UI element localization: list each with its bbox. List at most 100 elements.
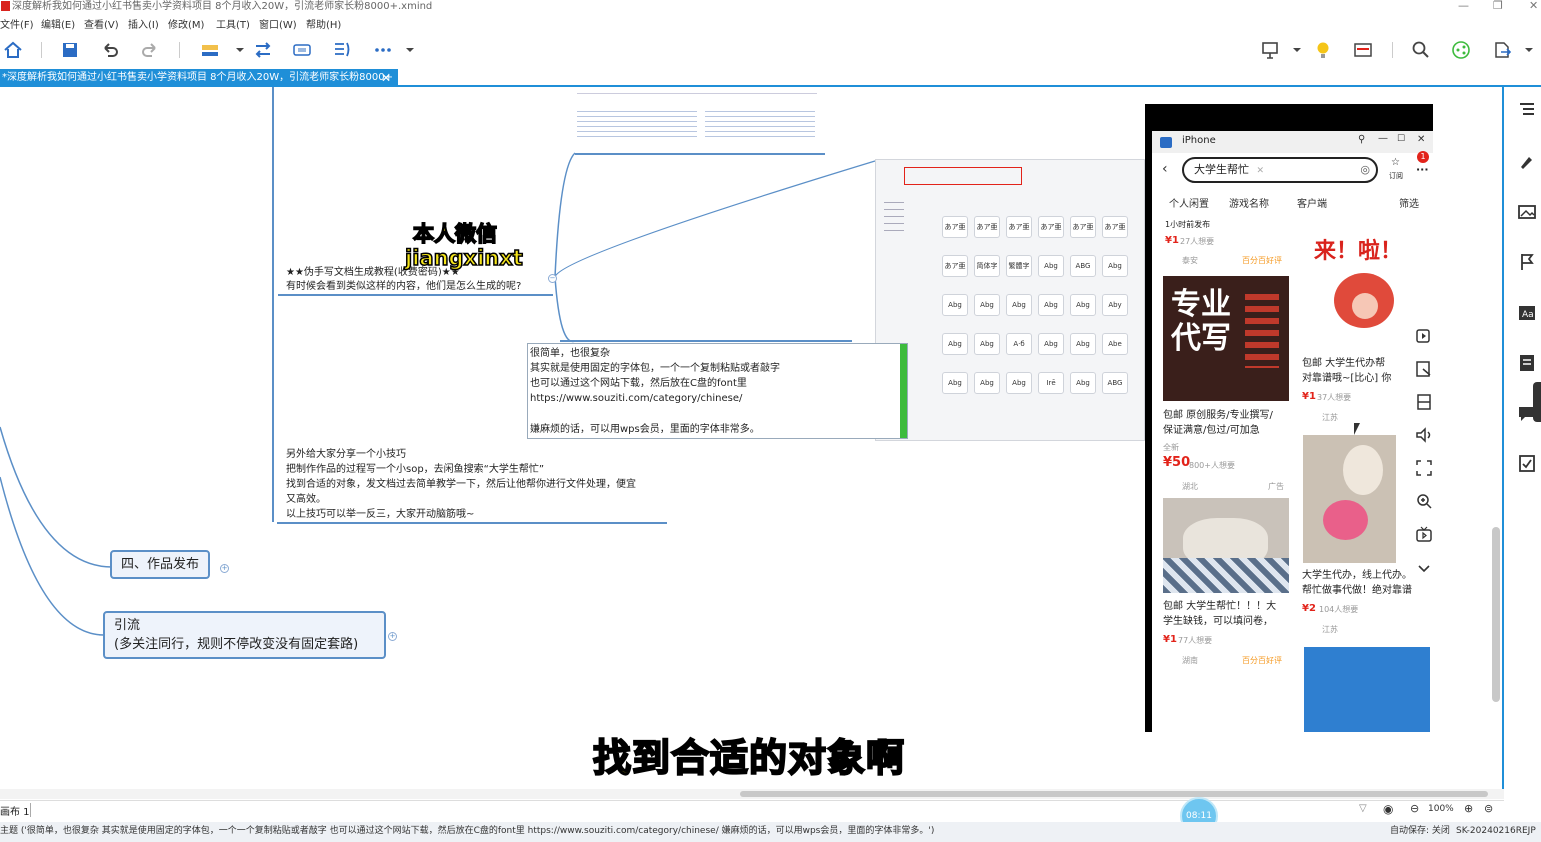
fullscreen-icon[interactable] [1415,459,1433,477]
horizontal-scroll-thumb[interactable] [740,791,1488,797]
panel-collapse-handle[interactable] [1533,382,1541,422]
minimize-icon[interactable]: — [1378,133,1388,144]
search-icon[interactable] [1410,39,1432,61]
item-title[interactable]: 大学生代办，线上代办。 [1302,568,1412,583]
volume-icon[interactable] [1415,426,1433,444]
mindmap-canvas[interactable]: あア亜 あア亜 あア亜 あア亜 あア亜 あア亜 あア亜 简体字 繁體字 Abg ABG Abg Ab… [0,87,1504,789]
save-icon[interactable] [59,39,81,61]
flag-marker-icon[interactable] [1517,252,1537,272]
task-icon[interactable] [1517,453,1537,473]
chevron-down-icon[interactable] [1286,39,1308,61]
share-icon[interactable] [1450,39,1472,61]
back-arrow-icon[interactable]: ‹ [1162,161,1168,177]
format-brush-icon[interactable] [1517,151,1537,171]
presentation-icon[interactable] [1259,39,1281,61]
autosave-status[interactable]: 自动保存: 关闭 [1390,822,1450,840]
fit-icon[interactable]: ⊜ [1484,802,1493,815]
maximize-icon[interactable]: ☐ [1397,134,1405,144]
export-icon[interactable] [1491,39,1513,61]
screenshot-icon[interactable] [1415,393,1433,411]
item-title[interactable]: 包邮 大学生帮忙！！！大 [1163,599,1276,614]
cat-photo-image[interactable] [1163,498,1289,593]
tip-line[interactable]: 以上技巧可以举一反三，大家开动脑筋哦~ [286,507,474,522]
tab-close-icon[interactable]: ✕ [381,69,391,87]
zoom-in-icon[interactable]: ⊕ [1464,802,1473,815]
chevron-down-icon[interactable] [399,39,421,61]
kitten-photo-image[interactable] [1303,435,1396,563]
edit-icon[interactable] [1415,360,1433,378]
menu-view[interactable]: 查看(V) [84,16,119,31]
filter-screen[interactable]: 筛选 [1399,195,1419,210]
summary-icon[interactable] [331,39,353,61]
clear-icon[interactable]: ✕ [1257,166,1265,176]
node-answer-selected[interactable]: 很简单，也很复杂 其实就是使用固定的字体包，一个一个复制粘贴或者敲字 也可以通过… [527,343,908,439]
notes-icon[interactable] [1517,353,1537,373]
horizontal-scrollbar[interactable] [0,789,1504,799]
expand-toggle-icon[interactable]: + [388,632,397,641]
subscribe-icon[interactable]: ☆ [1391,157,1400,168]
vertical-scroll-thumb[interactable] [1492,527,1500,702]
boundary-icon[interactable] [291,39,313,61]
menu-file[interactable]: 文件(F) [0,16,34,31]
tip-line[interactable]: 把制作作品的过程写一个小sop，去闲鱼搜索“大学生帮忙” [286,462,544,477]
topic-publish[interactable]: 四、作品发布 [110,550,211,579]
outline-list-icon[interactable] [1517,100,1537,120]
item-title[interactable]: 包邮 大学生代办帮 [1302,356,1385,371]
iphone-screen[interactable]: iPhone ⚲ — ☐ ✕ ‹ 大学生帮忙 ✕ ◎ ☆ 订阅 1 ··· 个人… [1152,131,1433,732]
more-icon[interactable] [372,39,394,61]
tab-document[interactable]: *深度解析我如何通过小红书售卖小学资料项目 8个月收入20W，引流老师家长粉80… [0,69,398,87]
close-window-icon[interactable]: ✕ [1529,0,1538,12]
node-handwriting-desc[interactable]: 有时候会看到类似这样的内容，他们是怎么生成的呢? [286,279,521,294]
minimize-icon[interactable]: — [1458,0,1469,12]
item-title[interactable]: 对靠谱哦~[比心] 你 [1302,371,1391,386]
sheet-tab[interactable]: 画布 1 [0,803,30,818]
filter-client[interactable]: 客户端 [1297,195,1327,210]
record-icon[interactable] [1415,327,1433,345]
menu-edit[interactable]: 编辑(E) [41,16,75,31]
menu-help[interactable]: 帮助(H) [306,16,341,31]
filter-icon[interactable]: ▽ [1359,803,1367,814]
vertical-scrollbar[interactable] [1490,87,1502,787]
zoom-out-icon[interactable]: ⊖ [1410,802,1419,815]
item-poster-image[interactable]: 专业代写 [1163,276,1289,401]
menu-modify[interactable]: 修改(M) [168,16,204,31]
chevron-down-icon[interactable] [1518,39,1540,61]
selection-handle[interactable] [900,344,907,438]
camera-icon[interactable]: ◎ [1360,159,1370,181]
topic-traffic[interactable]: 引流 (多关注同行，规则不停改变没有固定套路) [103,611,386,659]
image-icon[interactable] [1517,202,1537,222]
item-title[interactable]: 帮忙做事代做！绝对靠谱 [1302,583,1412,598]
tip-line[interactable]: 又高效。 [286,492,326,507]
text-style-icon[interactable]: Aa [1517,303,1537,323]
expand-toggle-icon[interactable]: + [220,564,229,573]
redo-icon[interactable] [139,39,161,61]
pin-icon[interactable]: ⚲ [1358,134,1365,145]
iphone-mirror-window[interactable]: iPhone ⚲ — ☐ ✕ ‹ 大学生帮忙 ✕ ◎ ☆ 订阅 1 ··· 个人… [1145,104,1433,732]
item-title[interactable]: 保证满意/包过/可加急 [1163,423,1260,438]
answer-link[interactable]: https://www.souziti.com/category/chinese… [530,391,742,406]
topic-icon[interactable] [199,39,221,61]
collapse-toggle-icon[interactable]: − [548,274,557,283]
tip-line[interactable]: 另外给大家分享一个小技巧 [286,447,406,462]
chevron-down-icon[interactable] [229,39,251,61]
lightbulb-icon[interactable] [1312,39,1334,61]
item-title[interactable]: 学生缺钱，可以填问卷， [1163,614,1273,629]
chevron-down-icon[interactable] [1415,559,1433,577]
sticker-image[interactable]: 来！啦！ [1304,233,1430,351]
eye-icon[interactable]: ◉ [1383,802,1393,816]
outline-view-icon[interactable] [1352,39,1374,61]
search-input[interactable]: 大学生帮忙 ✕ ◎ [1182,157,1378,183]
item-photo-image[interactable] [1304,647,1430,732]
close-icon[interactable]: ✕ [1417,134,1425,145]
subscribe-label[interactable]: 订阅 [1389,171,1403,181]
item-title[interactable]: 包邮 原创服务/专业撰写/ [1163,408,1273,423]
menu-insert[interactable]: 插入(I) [128,16,159,31]
tv-icon[interactable] [1415,525,1433,543]
maximize-icon[interactable]: ❐ [1493,0,1503,12]
zoom-icon[interactable] [1415,492,1433,510]
menu-tools[interactable]: 工具(T) [216,16,250,31]
menu-window[interactable]: 窗口(W) [259,16,297,31]
home-icon[interactable] [2,39,24,61]
filter-personal[interactable]: 个人闲置 [1169,195,1209,210]
relationship-icon[interactable] [252,39,274,61]
